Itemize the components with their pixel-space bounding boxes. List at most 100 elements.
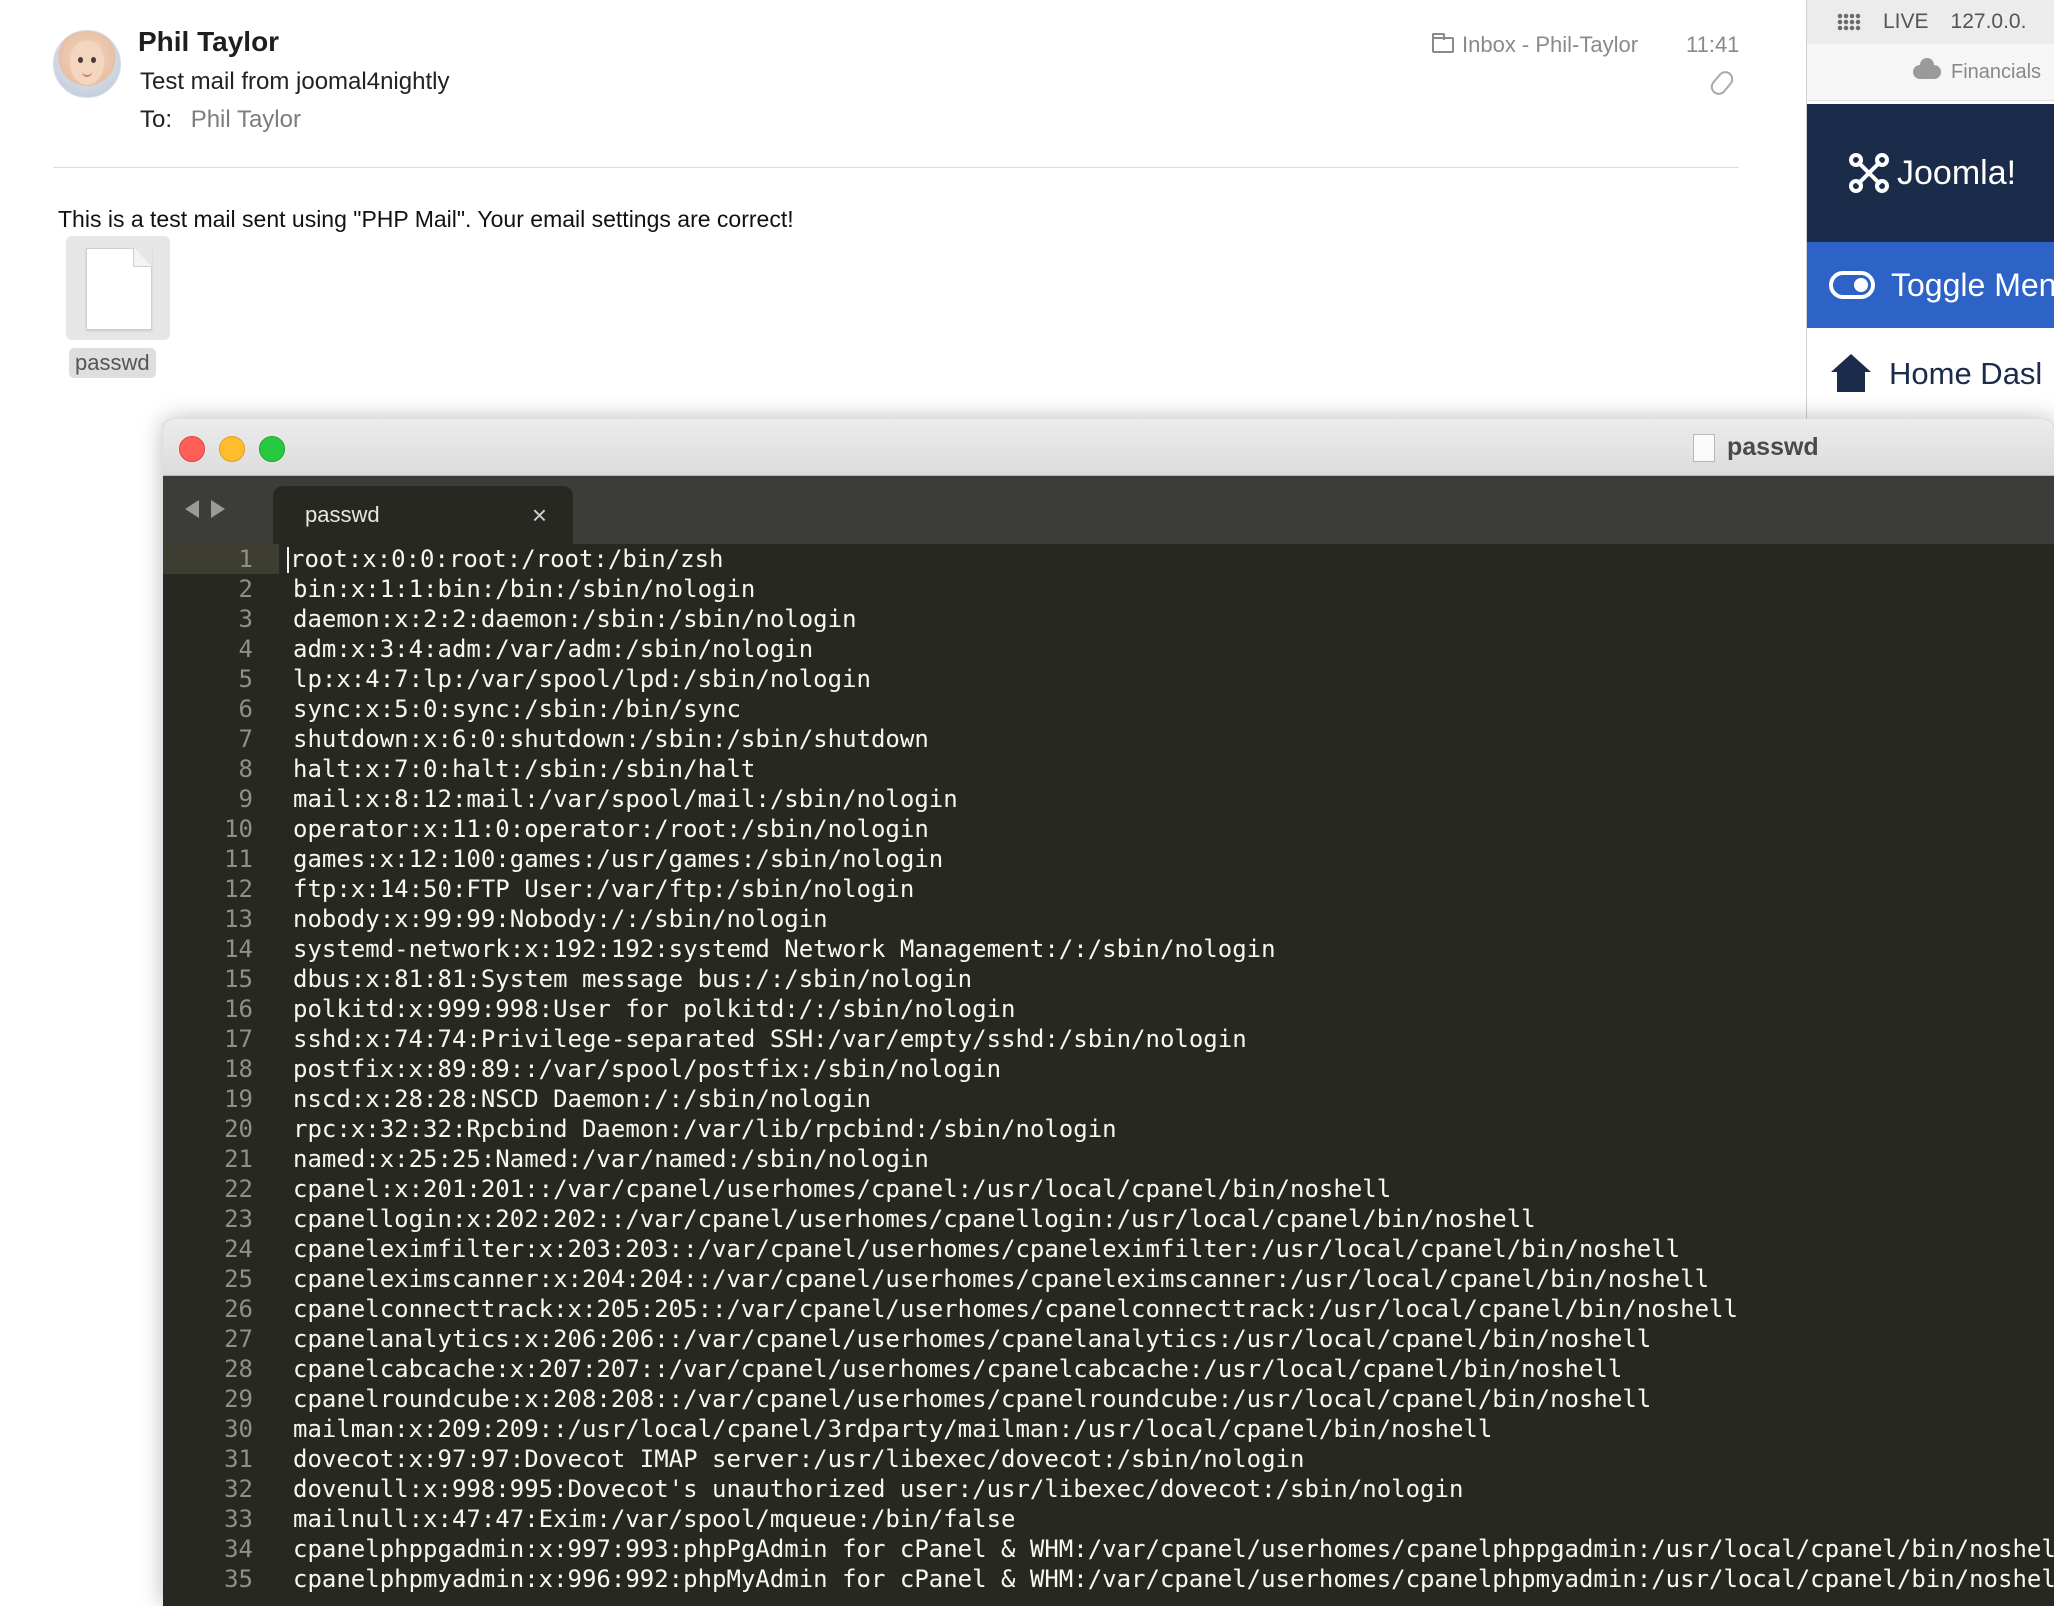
line-number: 15 [224, 965, 253, 993]
code-line[interactable]: 18 postfix:x:89:89::/var/spool/postfix:/s… [163, 1054, 2054, 1084]
line-number: 21 [224, 1145, 253, 1173]
code-line[interactable]: 34 cpanelphppgadmin:x:997:993:phpPgAdmin … [163, 1534, 2054, 1564]
code-line[interactable]: 35 cpanelphpmyadmin:x:996:992:phpMyAdmin … [163, 1564, 2054, 1594]
line-text: cpanelroundcube:x:208:208::/var/cpanel/u… [293, 1385, 1652, 1413]
code-line[interactable]: 16 polkitd:x:999:998:User for polkitd:/:/… [163, 994, 2054, 1024]
avatar-face [70, 41, 104, 85]
code-line[interactable]: 19 nscd:x:28:28:NSCD Daemon:/:/sbin/nolog… [163, 1084, 2054, 1114]
line-text: dbus:x:81:81:System message bus:/:/sbin/… [293, 965, 973, 993]
code-line[interactable]: 13 nobody:x:99:99:Nobody:/:/sbin/nologin [163, 904, 2054, 934]
code-line[interactable]: 26 cpanelconnecttrack:x:205:205::/var/cpa… [163, 1294, 2054, 1324]
code-line[interactable]: 1 root:x:0:0:root:/root:/bin/zsh [163, 544, 2054, 574]
line-text: nscd:x:28:28:NSCD Daemon:/:/sbin/nologin [293, 1085, 871, 1113]
line-number: 17 [224, 1025, 253, 1053]
code-line[interactable]: 15 dbus:x:81:81:System message bus:/:/sbi… [163, 964, 2054, 994]
mailbox-indicator[interactable]: Inbox - Phil-Taylor [1432, 32, 1638, 58]
line-text: cpaneleximfilter:x:203:203::/var/cpanel/… [293, 1235, 1681, 1263]
code-line[interactable]: 21 named:x:25:25:Named:/var/named:/sbin/n… [163, 1144, 2054, 1174]
code-line[interactable]: 24 cpaneleximfilter:x:203:203::/var/cpane… [163, 1234, 2054, 1264]
line-number: 25 [224, 1265, 253, 1293]
sender-avatar[interactable] [53, 30, 121, 98]
code-line[interactable]: 33 mailnull:x:47:47:Exim:/var/spool/mqueu… [163, 1504, 2054, 1534]
code-line[interactable]: 3 daemon:x:2:2:daemon:/sbin:/sbin/nologin [163, 604, 2054, 634]
document-icon [86, 248, 152, 330]
line-number: 24 [224, 1235, 253, 1263]
to-label: To: [140, 106, 173, 133]
tab-bar: passwd × [163, 476, 2054, 544]
window-zoom-button[interactable] [259, 436, 285, 462]
code-line[interactable]: 31 dovecot:x:97:97:Dovecot IMAP server:/u… [163, 1444, 2054, 1474]
mailbox-name: Inbox - Phil-Taylor [1462, 32, 1639, 57]
line-text: rpc:x:32:32:Rpcbind Daemon:/var/lib/rpcb… [293, 1115, 1117, 1143]
line-text: dovenull:x:998:995:Dovecot's unauthorize… [293, 1475, 1464, 1503]
code-line[interactable]: 8 halt:x:7:0:halt:/sbin:/sbin/halt [163, 754, 2054, 784]
code-line[interactable]: 29 cpanelroundcube:x:208:208::/var/cpanel… [163, 1384, 2054, 1414]
tab-passwd[interactable]: passwd × [273, 486, 573, 544]
line-text: games:x:12:100:games:/usr/games:/sbin/no… [293, 845, 944, 873]
code-line[interactable]: 27 cpanelanalytics:x:206:206::/var/cpanel… [163, 1324, 2054, 1354]
mail-subject: Test mail from joomal4nightly [140, 68, 450, 95]
line-number: 5 [238, 665, 253, 693]
line-text: root:x:0:0:root:/root:/bin/zsh [290, 545, 724, 573]
code-line[interactable]: 11 games:x:12:100:games:/usr/games:/sbin/… [163, 844, 2054, 874]
nav-forward-icon[interactable] [211, 500, 225, 518]
app-grid-icon[interactable] [1837, 13, 1861, 31]
line-text: dovecot:x:97:97:Dovecot IMAP server:/usr… [293, 1445, 1305, 1473]
code-line[interactable]: 14 systemd-network:x:192:192:systemd Netw… [163, 934, 2054, 964]
line-text: systemd-network:x:192:192:systemd Networ… [293, 935, 1276, 963]
toggle-menu-button[interactable]: Toggle Men [1807, 242, 2054, 328]
toggle-icon [1829, 271, 1875, 299]
code-line[interactable]: 7 shutdown:x:6:0:shutdown:/sbin:/sbin/shu… [163, 724, 2054, 754]
home-dashboard-link[interactable]: Home Dasl [1807, 328, 2054, 420]
live-label[interactable]: LIVE [1883, 10, 1929, 34]
sender-name[interactable]: Phil Taylor [138, 26, 279, 58]
bookmark-financials[interactable]: Financials [1951, 61, 2041, 84]
received-time: 11:41 [1686, 32, 1740, 57]
joomla-logo[interactable]: Joomla! [1849, 153, 2016, 193]
line-number: 29 [224, 1385, 253, 1413]
code-line[interactable]: 25 cpaneleximscanner:x:204:204::/var/cpan… [163, 1264, 2054, 1294]
code-line[interactable]: 32 dovenull:x:998:995:Dovecot's unauthori… [163, 1474, 2054, 1504]
line-content: root:x:0:0:root:/root:/bin/zsh [279, 545, 723, 573]
paperclip-icon [1707, 67, 1737, 99]
attachment[interactable]: passwd [66, 236, 170, 378]
attachment-thumbnail[interactable] [66, 236, 170, 340]
code-line[interactable]: 20 rpc:x:32:32:Rpcbind Daemon:/var/lib/rp… [163, 1114, 2054, 1144]
code-line[interactable]: 5 lp:x:4:7:lp:/var/spool/lpd:/sbin/nologi… [163, 664, 2054, 694]
line-text: daemon:x:2:2:daemon:/sbin:/sbin/nologin [293, 605, 857, 633]
header-divider [53, 167, 1739, 168]
code-line[interactable]: 17 sshd:x:74:74:Privilege-separated SSH:/… [163, 1024, 2054, 1054]
line-text: halt:x:7:0:halt:/sbin:/sbin/halt [293, 755, 756, 783]
code-line[interactable]: 23 cpanellogin:x:202:202::/var/cpanel/use… [163, 1204, 2054, 1234]
nav-back-icon[interactable] [185, 500, 199, 518]
code-line[interactable]: 22 cpanel:x:201:201::/var/cpanel/userhome… [163, 1174, 2054, 1204]
code-line[interactable]: 4 adm:x:3:4:adm:/var/adm:/sbin/nologin [163, 634, 2054, 664]
avatar-eye-left [78, 57, 83, 63]
cloud-icon [1913, 58, 1941, 79]
tab-close-icon[interactable]: × [532, 500, 547, 531]
code-line[interactable]: 12 ftp:x:14:50:FTP User:/var/ftp:/sbin/no… [163, 874, 2054, 904]
recipient-name[interactable]: Phil Taylor [191, 106, 301, 133]
attachment-name[interactable]: passwd [69, 348, 156, 378]
joomla-header: Joomla! [1807, 104, 2054, 242]
window-minimize-button[interactable] [219, 436, 245, 462]
code-editor[interactable]: 1 root:x:0:0:root:/root:/bin/zsh 2 bin:x:1:… [163, 544, 2054, 1606]
code-line[interactable]: 6 sync:x:5:0:sync:/sbin:/bin/sync [163, 694, 2054, 724]
window-close-button[interactable] [179, 436, 205, 462]
code-line[interactable]: 2 bin:x:1:1:bin:/bin:/sbin/nologin [163, 574, 2054, 604]
line-number: 11 [224, 845, 253, 873]
code-line[interactable]: 9 mail:x:8:12:mail:/var/spool/mail:/sbin/… [163, 784, 2054, 814]
line-number: 9 [238, 785, 253, 813]
text-cursor [287, 547, 289, 573]
line-text: sync:x:5:0:sync:/sbin:/bin/sync [293, 695, 741, 723]
address-bar[interactable]: 127.0.0. [1951, 10, 2027, 34]
recipient-row: To: Phil Taylor [140, 106, 301, 134]
code-line[interactable]: 28 cpanelcabcache:x:207:207::/var/cpanel/… [163, 1354, 2054, 1384]
code-line[interactable]: 30 mailman:x:209:209::/usr/local/cpanel/3… [163, 1414, 2054, 1444]
line-text: cpaneleximscanner:x:204:204::/var/cpanel… [293, 1265, 1710, 1293]
line-number: 31 [224, 1445, 253, 1473]
toggle-menu-label: Toggle Men [1891, 266, 2054, 303]
window-titlebar[interactable]: passwd [163, 419, 2054, 476]
line-text: cpanel:x:201:201::/var/cpanel/userhomes/… [293, 1175, 1392, 1203]
code-line[interactable]: 10 operator:x:11:0:operator:/root:/sbin/n… [163, 814, 2054, 844]
